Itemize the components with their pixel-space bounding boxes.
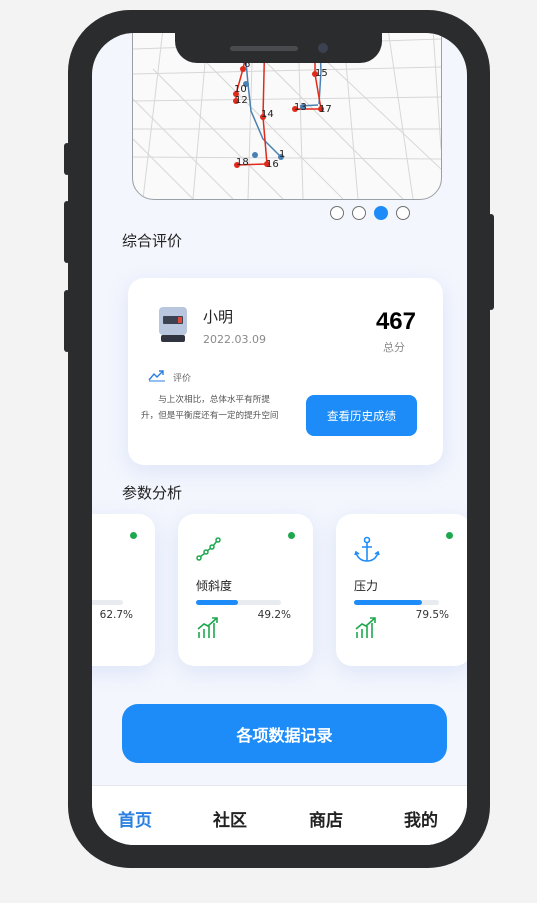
tab-community[interactable]: 社区 [213, 806, 247, 831]
growth-chart-icon [197, 617, 218, 638]
param-label: 倾斜度 [196, 579, 233, 593]
trend-icon [148, 370, 165, 382]
param-value: 79.5% [415, 609, 449, 621]
user-name: 小明 [203, 308, 234, 326]
test-date: 2022.03.09 [203, 333, 266, 346]
carousel-dot-active[interactable] [374, 206, 388, 220]
report-device-icon [159, 307, 187, 342]
param-value: 62.7% [99, 609, 133, 621]
param-progress-fill [354, 600, 422, 605]
param-card[interactable]: 62.7% [92, 514, 155, 666]
status-dot [130, 532, 137, 539]
status-dot [446, 532, 453, 539]
evaluation-text: 与上次相比，总体水平有所提升，但是平衡度还有一定的提升空间 [141, 395, 279, 421]
total-score-label: 总分 [383, 341, 405, 354]
data-records-button[interactable]: 各项数据记录 [122, 704, 447, 763]
carousel-dot[interactable] [330, 206, 344, 220]
evaluation-label: 评价 [173, 374, 192, 384]
param-progress-bar [354, 600, 439, 605]
param-progress-bar [196, 600, 281, 605]
bottom-tab-bar: 首页 社区 商店 我的 [92, 785, 467, 845]
joint-label: 18 [236, 157, 249, 168]
status-dot [288, 532, 295, 539]
param-label: 压力 [354, 579, 379, 593]
joint-label: 17 [319, 104, 332, 115]
phone-screen: 6 10 12 14 15 13 17 1 18 16 综合评价 小明 2022… [92, 33, 467, 845]
mute-switch [64, 143, 70, 175]
param-value: 49.2% [257, 609, 291, 621]
scatter-trend-icon [196, 537, 221, 561]
param-card-tilt[interactable]: 倾斜度 49.2% [178, 514, 313, 666]
power-button [488, 214, 494, 310]
total-score: 467 [375, 308, 416, 335]
param-progress-bar [92, 600, 123, 605]
speaker-grille [230, 46, 298, 51]
param-card-pressure[interactable]: 压力 79.5% [336, 514, 467, 666]
growth-chart-icon [355, 617, 376, 638]
tab-profile[interactable]: 我的 [404, 806, 438, 831]
overview-card: 小明 2022.03.09 467 总分 评价 与上次相比，总体水平有所提升，但… [128, 278, 443, 465]
tab-home[interactable]: 首页 [118, 806, 152, 831]
joint-label: 16 [266, 159, 279, 170]
anchor-icon [354, 536, 380, 562]
param-progress-fill [196, 600, 238, 605]
joint-label: 12 [235, 95, 248, 106]
front-camera [318, 43, 328, 53]
volume-down-button [64, 290, 70, 352]
carousel-dot[interactable] [396, 206, 410, 220]
params-section-title: 参数分析 [122, 484, 183, 502]
phone-notch [175, 33, 382, 63]
volume-up-button [64, 201, 70, 263]
joint-label: 13 [294, 102, 307, 113]
overview-section-title: 综合评价 [122, 232, 183, 250]
joint-label: 1 [279, 149, 285, 160]
carousel-indicator [330, 206, 410, 220]
joint-label: 14 [261, 109, 274, 120]
carousel-dot[interactable] [352, 206, 366, 220]
view-history-button[interactable]: 查看历史成绩 [306, 395, 417, 436]
tab-store[interactable]: 商店 [309, 806, 343, 831]
joint-label: 10 [234, 84, 247, 95]
joint-label: 15 [315, 68, 328, 79]
